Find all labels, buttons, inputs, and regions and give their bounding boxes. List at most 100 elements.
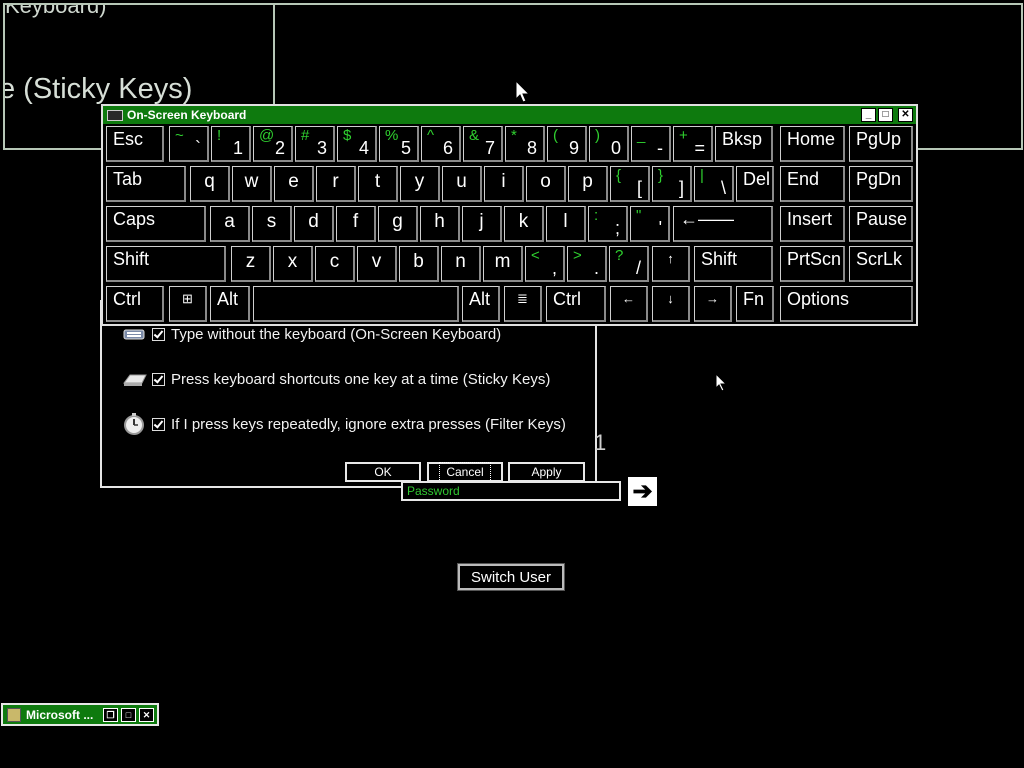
key-row2-10[interactable]: {[ bbox=[610, 166, 650, 202]
key-shift-left-label: Shift bbox=[113, 249, 150, 269]
key-row1-3[interactable]: #3 bbox=[295, 126, 335, 162]
key-caps[interactable]: Caps bbox=[106, 206, 206, 242]
key-insert[interactable]: Insert bbox=[780, 206, 845, 242]
key-l[interactable]: l bbox=[546, 206, 586, 242]
key-o[interactable]: o bbox=[526, 166, 566, 202]
key-alt-right[interactable]: Alt bbox=[462, 286, 500, 322]
minimize-button[interactable]: _ bbox=[861, 108, 876, 122]
key-v[interactable]: v bbox=[357, 246, 397, 282]
key-row1-9[interactable]: (9 bbox=[547, 126, 587, 162]
key-n[interactable]: n bbox=[441, 246, 481, 282]
key-row2-12[interactable]: | \ bbox=[694, 166, 734, 202]
key-alt-left[interactable]: Alt bbox=[210, 286, 250, 322]
key-menu[interactable]: ≣ bbox=[504, 286, 542, 322]
key-w[interactable]: w bbox=[232, 166, 272, 202]
key-delete[interactable]: Del bbox=[736, 166, 774, 202]
key-scrlk[interactable]: ScrLk bbox=[849, 246, 913, 282]
key-up-arrow[interactable]: ↑ bbox=[652, 246, 690, 282]
key-esc-label: Esc bbox=[113, 129, 144, 149]
key-row1-6[interactable]: ^ 6 bbox=[421, 126, 461, 162]
key-g[interactable]: g bbox=[378, 206, 418, 242]
checkbox-sticky-keys[interactable] bbox=[152, 372, 165, 386]
key-r[interactable]: r bbox=[316, 166, 356, 202]
key-c[interactable]: c bbox=[315, 246, 355, 282]
key-t[interactable]: t bbox=[358, 166, 398, 202]
key-right-arrow[interactable]: → bbox=[694, 286, 732, 322]
key-esc[interactable]: Esc bbox=[106, 126, 164, 162]
key-a[interactable]: a bbox=[210, 206, 250, 242]
key-row4-7[interactable]: <, bbox=[525, 246, 565, 282]
key-m[interactable]: m bbox=[483, 246, 523, 282]
key-pgup[interactable]: PgUp bbox=[849, 126, 913, 162]
key-backspace[interactable]: Bksp bbox=[715, 126, 773, 162]
key-z[interactable]: z bbox=[231, 246, 271, 282]
key-windows[interactable]: ⊞ bbox=[169, 286, 207, 322]
key-row4-9[interactable]: ? / bbox=[609, 246, 649, 282]
cancel-button[interactable]: Cancel bbox=[427, 462, 503, 482]
key-y[interactable]: y bbox=[400, 166, 440, 202]
key-shift-left[interactable]: Shift bbox=[106, 246, 226, 282]
key-b[interactable]: b bbox=[399, 246, 439, 282]
key-q[interactable]: q bbox=[190, 166, 230, 202]
key-enter[interactable]: ←—— bbox=[673, 206, 773, 242]
key-down-arrow[interactable]: ↓ bbox=[652, 286, 690, 322]
key-f[interactable]: f bbox=[336, 206, 376, 242]
key-fn[interactable]: Fn bbox=[736, 286, 774, 322]
key-left-arrow[interactable]: ← bbox=[610, 286, 648, 322]
key-row1-4[interactable]: $4 bbox=[337, 126, 377, 162]
key-prtscn[interactable]: PrtScn bbox=[780, 246, 845, 282]
checkbox-on-screen-keyboard[interactable] bbox=[152, 327, 165, 341]
key-options[interactable]: Options bbox=[780, 286, 913, 322]
checkbox-filter-keys[interactable] bbox=[152, 417, 165, 431]
key-enter-label: ←—— bbox=[680, 209, 734, 229]
key-x[interactable]: x bbox=[273, 246, 313, 282]
key-end[interactable]: End bbox=[780, 166, 845, 202]
option-filter-keys[interactable]: If I press keys repeatedly, ignore extra… bbox=[122, 412, 566, 436]
key-home[interactable]: Home bbox=[780, 126, 845, 162]
key-k[interactable]: k bbox=[504, 206, 544, 242]
key-row1-7[interactable]: & 7 bbox=[463, 126, 503, 162]
restore-button[interactable]: ❐ bbox=[103, 708, 118, 722]
key-i[interactable]: i bbox=[484, 166, 524, 202]
key-tab[interactable]: Tab bbox=[106, 166, 186, 202]
key-space[interactable] bbox=[253, 286, 459, 322]
key-row1-2[interactable]: @2 bbox=[253, 126, 293, 162]
key-h[interactable]: h bbox=[420, 206, 460, 242]
key-u[interactable]: u bbox=[442, 166, 482, 202]
key-row1-8[interactable]: * 8 bbox=[505, 126, 545, 162]
key-row3-10[interactable]: " ' bbox=[630, 206, 670, 242]
key-j[interactable]: j bbox=[462, 206, 502, 242]
maximize-button[interactable]: □ bbox=[878, 108, 893, 122]
key-row3-9[interactable]: :; bbox=[588, 206, 628, 242]
submit-arrow-button[interactable]: ➔ bbox=[628, 477, 657, 506]
key-row1-12[interactable]: + = bbox=[673, 126, 713, 162]
maximize-button[interactable]: □ bbox=[121, 708, 136, 722]
key-shift-right[interactable]: Shift bbox=[694, 246, 773, 282]
apply-button[interactable]: Apply bbox=[508, 462, 585, 482]
password-field[interactable]: Password bbox=[401, 481, 621, 501]
key-ctrl-left[interactable]: Ctrl bbox=[106, 286, 164, 322]
key-s[interactable]: s bbox=[252, 206, 292, 242]
key-e[interactable]: e bbox=[274, 166, 314, 202]
key-row1-5[interactable]: % 5 bbox=[379, 126, 419, 162]
key-pause[interactable]: Pause bbox=[849, 206, 913, 242]
key-row4-8[interactable]: >. bbox=[567, 246, 607, 282]
ok-button[interactable]: OK bbox=[345, 462, 421, 482]
key-row1-11[interactable]: _ - bbox=[631, 126, 671, 162]
key-pgdn[interactable]: PgDn bbox=[849, 166, 913, 202]
key-row1-1[interactable]: ! 1 bbox=[211, 126, 251, 162]
close-button[interactable]: ✕ bbox=[898, 108, 913, 122]
close-button[interactable]: ✕ bbox=[139, 708, 154, 722]
key-ctrl-right[interactable]: Ctrl bbox=[546, 286, 606, 322]
key-row1-0[interactable]: ~ ` bbox=[169, 126, 209, 162]
key-row1-10[interactable]: ) 0 bbox=[589, 126, 629, 162]
key-row2-11[interactable]: }] bbox=[652, 166, 692, 202]
switch-user-button[interactable]: Switch User bbox=[457, 563, 565, 591]
key-j-label: j bbox=[479, 211, 484, 232]
key-p[interactable]: p bbox=[568, 166, 608, 202]
key-row1-7-shift-label: & bbox=[469, 127, 480, 144]
option-sticky-keys[interactable]: Press keyboard shortcuts one key at a ti… bbox=[122, 367, 550, 391]
key-d[interactable]: d bbox=[294, 206, 334, 242]
taskbar-item-microsoft[interactable]: Microsoft ... ❐ □ ✕ bbox=[1, 703, 159, 726]
osk-title-bar[interactable]: On-Screen Keyboard bbox=[103, 106, 916, 124]
